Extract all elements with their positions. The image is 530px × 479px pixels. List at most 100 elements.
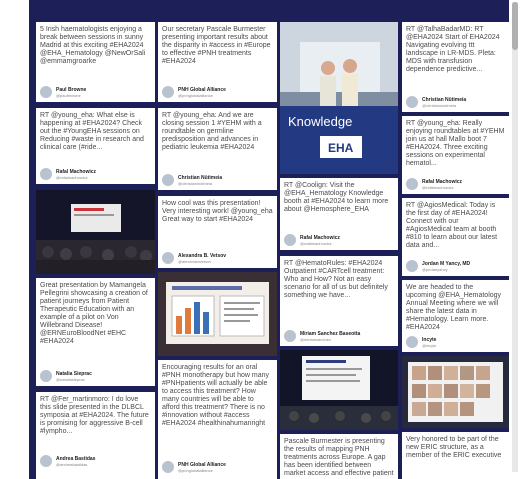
post-text: We are headed to the upcoming @EHA_Hemat… (406, 284, 502, 331)
post-text: Very honored to be part of the new ERIC … (406, 436, 502, 459)
author-name: Alexandra B. Vetsov (178, 252, 227, 259)
post-card[interactable]: Pascale Burmester is presenting the resu… (280, 434, 398, 479)
conference-hall-image (36, 190, 155, 274)
post-text: Pascale Burmester is presenting the resu… (284, 438, 394, 477)
post-card[interactable]: RT @young_eha: What else is happening at… (36, 108, 155, 184)
author-name: Christian Nütimeia (422, 96, 467, 103)
presentation-slide-image (158, 272, 277, 356)
booth-sign-text: Knowledge (288, 114, 352, 129)
author-name: Incyte (422, 336, 437, 343)
post-author: Natalia Sieprac @nataliasieprac (40, 370, 92, 382)
author-name: PNH Global Alliance (178, 86, 226, 93)
author-handle: @rafalmachowicz (422, 184, 454, 190)
author-name: Christian Nütimeia (178, 174, 223, 181)
avatar-icon (406, 260, 418, 272)
avatar-icon (162, 174, 174, 186)
slide-photo[interactable] (158, 272, 277, 356)
avatar-icon (40, 455, 52, 467)
post-text: Our secretary Pascale Burmester presenti… (162, 26, 271, 65)
post-text: Encouraging results for an oral #PNH mon… (162, 364, 269, 427)
avatar-icon (284, 234, 296, 246)
author-name: Natalia Sieprac (56, 370, 92, 377)
group-photo[interactable] (402, 356, 509, 428)
post-author: Miriam Sanchez Baseotta @miriamsanchez (284, 330, 360, 342)
author-name: Paul Browne (56, 86, 87, 93)
presentation-screen-image (280, 350, 398, 430)
post-card[interactable]: How cool was this presentation! Very int… (158, 196, 277, 268)
avatar-icon (406, 178, 418, 190)
post-author: Rafal Machowicz @rafalmachowicz (406, 178, 462, 190)
author-handle: @rafalmachowicz (56, 174, 88, 180)
author-handle: @rafalmachowicz (300, 240, 332, 246)
post-text: RT @young_eha: What else is happening at… (40, 112, 144, 151)
post-text: RT @young_eha: And we are closing sessio… (162, 112, 262, 151)
post-card[interactable]: RT @young_eha: Really enjoying roundtabl… (402, 116, 509, 194)
author-name: Andrea Bastidas (56, 455, 96, 462)
post-card[interactable]: RT @TalhaBadarMD: RT @EHA2024 Start of E… (402, 22, 509, 112)
avatar-icon (284, 330, 296, 342)
post-author: Rafal Machowicz @rafalmachowicz (284, 234, 340, 246)
post-card[interactable]: Encouraging results for an oral #PNH mon… (158, 360, 277, 479)
author-handle: @pnhglobalalliance (178, 92, 213, 98)
post-card[interactable]: RT @AgiosMedical: Today is the first day… (402, 198, 509, 276)
author-name: Miriam Sanchez Baseotta (300, 330, 361, 337)
post-text: 5 Irish haematologists enjoying a break … (40, 26, 146, 65)
scrollbar[interactable] (512, 2, 518, 472)
post-card[interactable]: We are headed to the upcoming @EHA_Hemat… (402, 280, 509, 352)
author-handle: @miriamsanchez (300, 336, 331, 342)
post-author: Rafal Machowicz @rafalmachowicz (40, 168, 96, 180)
author-name: Rafal Machowicz (422, 178, 463, 185)
author-handle: @christiannutimeia (422, 102, 457, 108)
post-text: How cool was this presentation! Very int… (162, 200, 273, 223)
avatar-icon (40, 370, 52, 382)
booth-photo[interactable]: Knowledge EHA (280, 22, 398, 174)
author-handle: @nataliasieprac (56, 376, 85, 382)
post-text: RT @TalhaBadarMD: RT @EHA2024 Start of E… (406, 26, 500, 73)
conference-hall-photo[interactable] (36, 190, 155, 274)
author-handle: @incyte (422, 342, 437, 348)
author-handle: @alexandravetsov (178, 258, 212, 264)
avatar-icon (162, 252, 174, 264)
post-card[interactable]: RT @young_eha: And we are closing sessio… (158, 108, 277, 190)
avatar-icon (40, 168, 52, 180)
post-card[interactable]: RT @Fer_martinmoro: I do love this slide… (36, 392, 155, 479)
post-card[interactable]: Great presentation by Mamangela Pellegri… (36, 278, 155, 386)
post-text: RT @Fer_martinmoro: I do love this slide… (40, 396, 149, 435)
post-card[interactable]: 5 Irish haematologists enjoying a break … (36, 22, 155, 102)
avatar-icon (406, 96, 418, 108)
post-card[interactable]: Very honored to be part of the new ERIC … (402, 432, 509, 479)
post-author: Christian Nütimeia @christiannutimeia (162, 174, 222, 186)
avatar-icon (162, 86, 174, 98)
post-author: Paul Browne @paulbrowne (40, 86, 86, 98)
social-wall: 5 Irish haematologists enjoying a break … (0, 0, 530, 479)
left-margin (0, 0, 29, 479)
avatar-icon (406, 336, 418, 348)
booth-logo-text: EHA (328, 141, 354, 155)
post-text: RT @young_eha: Really enjoying roundtabl… (406, 120, 505, 167)
author-handle: @jordanyancy (422, 266, 448, 272)
avatar-icon (40, 86, 52, 98)
author-handle: @andreabastidas (56, 461, 88, 467)
author-handle: @pnhglobalalliance (178, 467, 213, 473)
post-text: Great presentation by Mamangela Pellegri… (40, 282, 148, 345)
post-author: Alexandra B. Vetsov @alexandravetsov (162, 252, 226, 264)
post-author: PNH Global Alliance @pnhglobalalliance (162, 461, 226, 473)
post-card[interactable]: RT @HematoRules: #EHA2024 Outpatient #CA… (280, 256, 398, 346)
author-name: PNH Global Alliance (178, 461, 226, 468)
author-handle: @paulbrowne (56, 92, 81, 98)
post-text: RT @HematoRules: #EHA2024 Outpatient #CA… (284, 260, 388, 299)
post-author: Christian Nütimeia @christiannutimeia (406, 96, 466, 108)
post-author: Andrea Bastidas @andreabastidas (40, 455, 95, 467)
post-card[interactable]: RT @Coolign: Visit the @EHA_Hematology K… (280, 178, 398, 250)
post-author: PNH Global Alliance @pnhglobalalliance (162, 86, 226, 98)
post-author: Incyte @incyte (406, 336, 437, 348)
scrollbar-thumb[interactable] (512, 2, 518, 50)
post-text: RT @AgiosMedical: Today is the first day… (406, 202, 498, 249)
post-card[interactable]: Our secretary Pascale Burmester presenti… (158, 22, 277, 102)
author-handle: @christiannutimeia (178, 180, 213, 186)
post-text: RT @Coolign: Visit the @EHA_Hematology K… (284, 182, 389, 213)
author-name: Rafal Machowicz (300, 234, 341, 241)
post-author: Jordan M Yancy, MD @jordanyancy (406, 260, 470, 272)
presentation-photo[interactable] (280, 350, 398, 430)
author-name: Rafal Machowicz (56, 168, 97, 175)
